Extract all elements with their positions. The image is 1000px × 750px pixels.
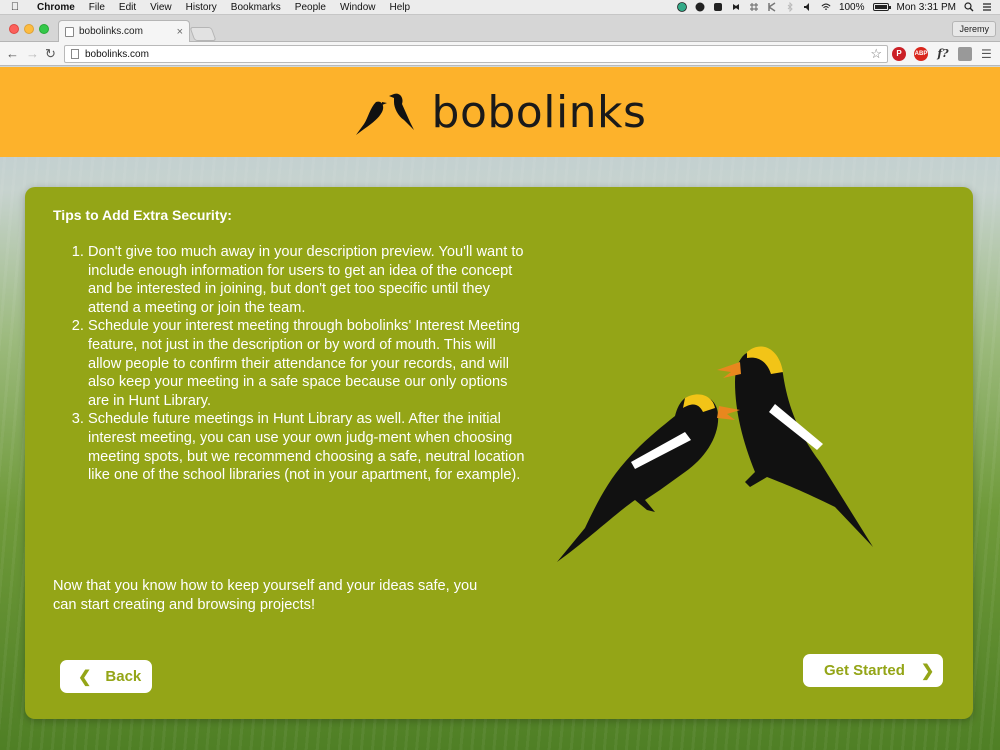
page-viewport: bobolinks Tips to Add Extra Security: Do… [0, 67, 1000, 750]
formula-icon[interactable]: f? [936, 47, 950, 61]
brand-name: bobolinks [431, 86, 647, 138]
page-info-icon[interactable] [71, 49, 79, 59]
forward-arrow-icon[interactable]: → [26, 46, 39, 62]
bobolinks-logo-icon [355, 93, 414, 135]
chevron-right-icon: ❯ [920, 662, 935, 680]
tab-title: bobolinks.com [79, 26, 143, 37]
adblock-icon[interactable]: ABP [914, 47, 928, 61]
menu-bookmarks[interactable]: Bookmarks [224, 2, 288, 13]
evernote-icon[interactable] [713, 2, 723, 12]
browser-tab[interactable]: bobolinks.com × [58, 20, 190, 42]
left-bird [557, 394, 740, 562]
apple-icon[interactable]:  [0, 1, 30, 13]
back-button[interactable]: ❮ Back [60, 660, 152, 693]
browser-toolbar: ← → ↻ bobolinks.com ☆ P ABP f? ☰ [0, 42, 1000, 66]
card-title: Tips to Add Extra Security: [53, 207, 232, 223]
battery-fill [874, 5, 887, 9]
security-tips-card: Tips to Add Extra Security: Don't give t… [25, 187, 973, 719]
notification-center-icon[interactable] [982, 2, 992, 12]
volume-icon[interactable] [803, 2, 813, 12]
chevron-left-icon: ❮ [78, 668, 92, 686]
profile-button[interactable]: Jeremy [952, 21, 996, 37]
bluetooth-icon[interactable] [785, 2, 795, 12]
menu-edit[interactable]: Edit [112, 2, 143, 13]
wifi-icon[interactable] [821, 2, 831, 12]
window-close-button[interactable] [9, 24, 19, 34]
new-tab-button[interactable] [189, 27, 217, 41]
tips-list: Don't give too much away in your descrip… [88, 243, 528, 485]
macos-menu-bar:  Chrome File Edit View History Bookmark… [0, 0, 1000, 15]
layers-icon[interactable] [958, 47, 972, 61]
klout-icon[interactable] [767, 2, 777, 12]
battery-icon[interactable] [872, 3, 891, 11]
right-bird [717, 346, 873, 547]
bobolinks-birds-illustration [557, 346, 873, 562]
menu-file[interactable]: File [82, 2, 112, 13]
closing-message: Now that you know how to keep yourself a… [53, 578, 478, 613]
menu-help[interactable]: Help [383, 2, 418, 13]
menu-people[interactable]: People [288, 2, 333, 13]
site-header: bobolinks [0, 67, 1000, 157]
spotlight-search-icon[interactable] [964, 2, 974, 12]
tip-item: Schedule your interest meeting through b… [88, 317, 528, 410]
dropbox-icon[interactable] [731, 2, 741, 12]
get-started-button[interactable]: Get Started ❯ [803, 654, 943, 687]
tab-close-icon[interactable]: × [177, 26, 183, 38]
browser-tab-strip: bobolinks.com × Jeremy [0, 15, 1000, 42]
creative-cloud-icon[interactable] [695, 2, 705, 12]
tip-item: Don't give too much away in your descrip… [88, 243, 528, 317]
menubar-clock[interactable]: Mon 3:31 PM [897, 2, 956, 13]
back-button-label: Back [105, 668, 142, 685]
pinterest-icon[interactable]: P [892, 47, 906, 61]
tip-item: Schedule future meetings in Hunt Library… [88, 410, 528, 484]
page-favicon-icon [65, 26, 74, 37]
menu-history[interactable]: History [179, 2, 224, 13]
window-zoom-button[interactable] [39, 24, 49, 34]
window-minimize-button[interactable] [24, 24, 34, 34]
chrome-menu-icon[interactable]: ☰ [981, 46, 992, 62]
back-arrow-icon[interactable]: ← [6, 46, 19, 62]
address-bar-url: bobolinks.com [85, 48, 149, 60]
menu-view[interactable]: View [143, 2, 179, 13]
battery-percent: 100% [838, 1, 865, 13]
reload-icon[interactable]: ↻ [45, 46, 56, 62]
bookmark-star-icon[interactable]: ☆ [870, 46, 882, 62]
globe-icon[interactable] [677, 2, 687, 12]
address-bar[interactable]: bobolinks.com ☆ [64, 45, 888, 63]
menu-window[interactable]: Window [333, 2, 383, 13]
menu-app-name[interactable]: Chrome [30, 2, 82, 13]
slack-icon[interactable] [749, 2, 759, 12]
get-started-label: Get Started [824, 662, 905, 679]
site-logo[interactable]: bobolinks [354, 87, 647, 138]
